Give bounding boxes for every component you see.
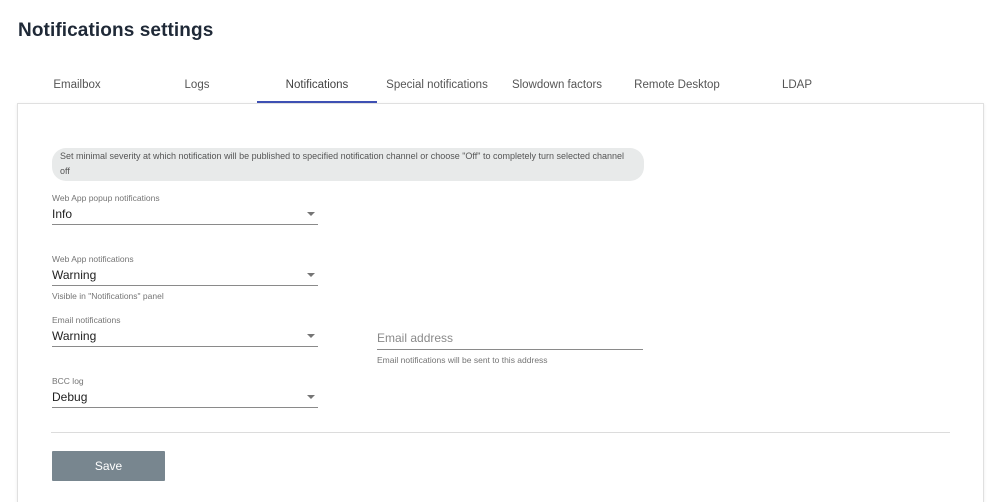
web-app-value: Warning [52, 268, 97, 282]
tab-notifications[interactable]: Notifications [257, 67, 377, 103]
bcc-log-label: BCC log [52, 376, 84, 386]
notifications-panel: Set minimal severity at which notificati… [17, 103, 984, 502]
tab-ldap[interactable]: LDAP [737, 67, 857, 103]
save-button[interactable]: Save [52, 451, 165, 481]
tab-slowdown-factors[interactable]: Slowdown factors [497, 67, 617, 103]
dropdown-arrow-icon [307, 212, 315, 216]
settings-tabs: Emailbox Logs Notifications Special noti… [17, 67, 984, 104]
tab-remote-desktop[interactable]: Remote Desktop [617, 67, 737, 103]
email-notifications-select[interactable]: Warning [52, 326, 318, 347]
tab-logs[interactable]: Logs [137, 67, 257, 103]
email-address-hint: Email notifications will be sent to this… [377, 355, 548, 365]
web-app-label: Web App notifications [52, 254, 134, 264]
page-title: Notifications settings [18, 20, 214, 41]
severity-info-box: Set minimal severity at which notificati… [52, 148, 644, 181]
bcc-log-field: BCC log Debug [52, 376, 318, 408]
web-app-popup-label: Web App popup notifications [52, 193, 160, 203]
email-notifications-field: Email notifications Warning [52, 315, 318, 347]
notifications-settings-page: Notifications settings Emailbox Logs Not… [0, 0, 996, 502]
email-notifications-value: Warning [52, 329, 97, 343]
dropdown-arrow-icon [307, 273, 315, 277]
web-app-popup-value: Info [52, 207, 73, 221]
web-app-popup-field: Web App popup notifications Info [52, 193, 318, 225]
bcc-log-value: Debug [52, 390, 88, 404]
web-app-select[interactable]: Warning [52, 265, 318, 286]
web-app-field: Web App notifications Warning Visible in… [52, 254, 318, 301]
web-app-popup-select[interactable]: Info [52, 204, 318, 225]
web-app-hint: Visible in "Notifications" panel [52, 291, 164, 301]
email-address-field: Email notifications will be sent to this… [377, 327, 643, 365]
form-divider [51, 432, 950, 433]
dropdown-arrow-icon [307, 395, 315, 399]
tab-special-notifications[interactable]: Special notifications [377, 67, 497, 103]
dropdown-arrow-icon [307, 334, 315, 338]
email-address-input[interactable] [377, 327, 643, 350]
tab-emailbox[interactable]: Emailbox [17, 67, 137, 103]
email-notifications-label: Email notifications [52, 315, 121, 325]
bcc-log-select[interactable]: Debug [52, 387, 318, 408]
